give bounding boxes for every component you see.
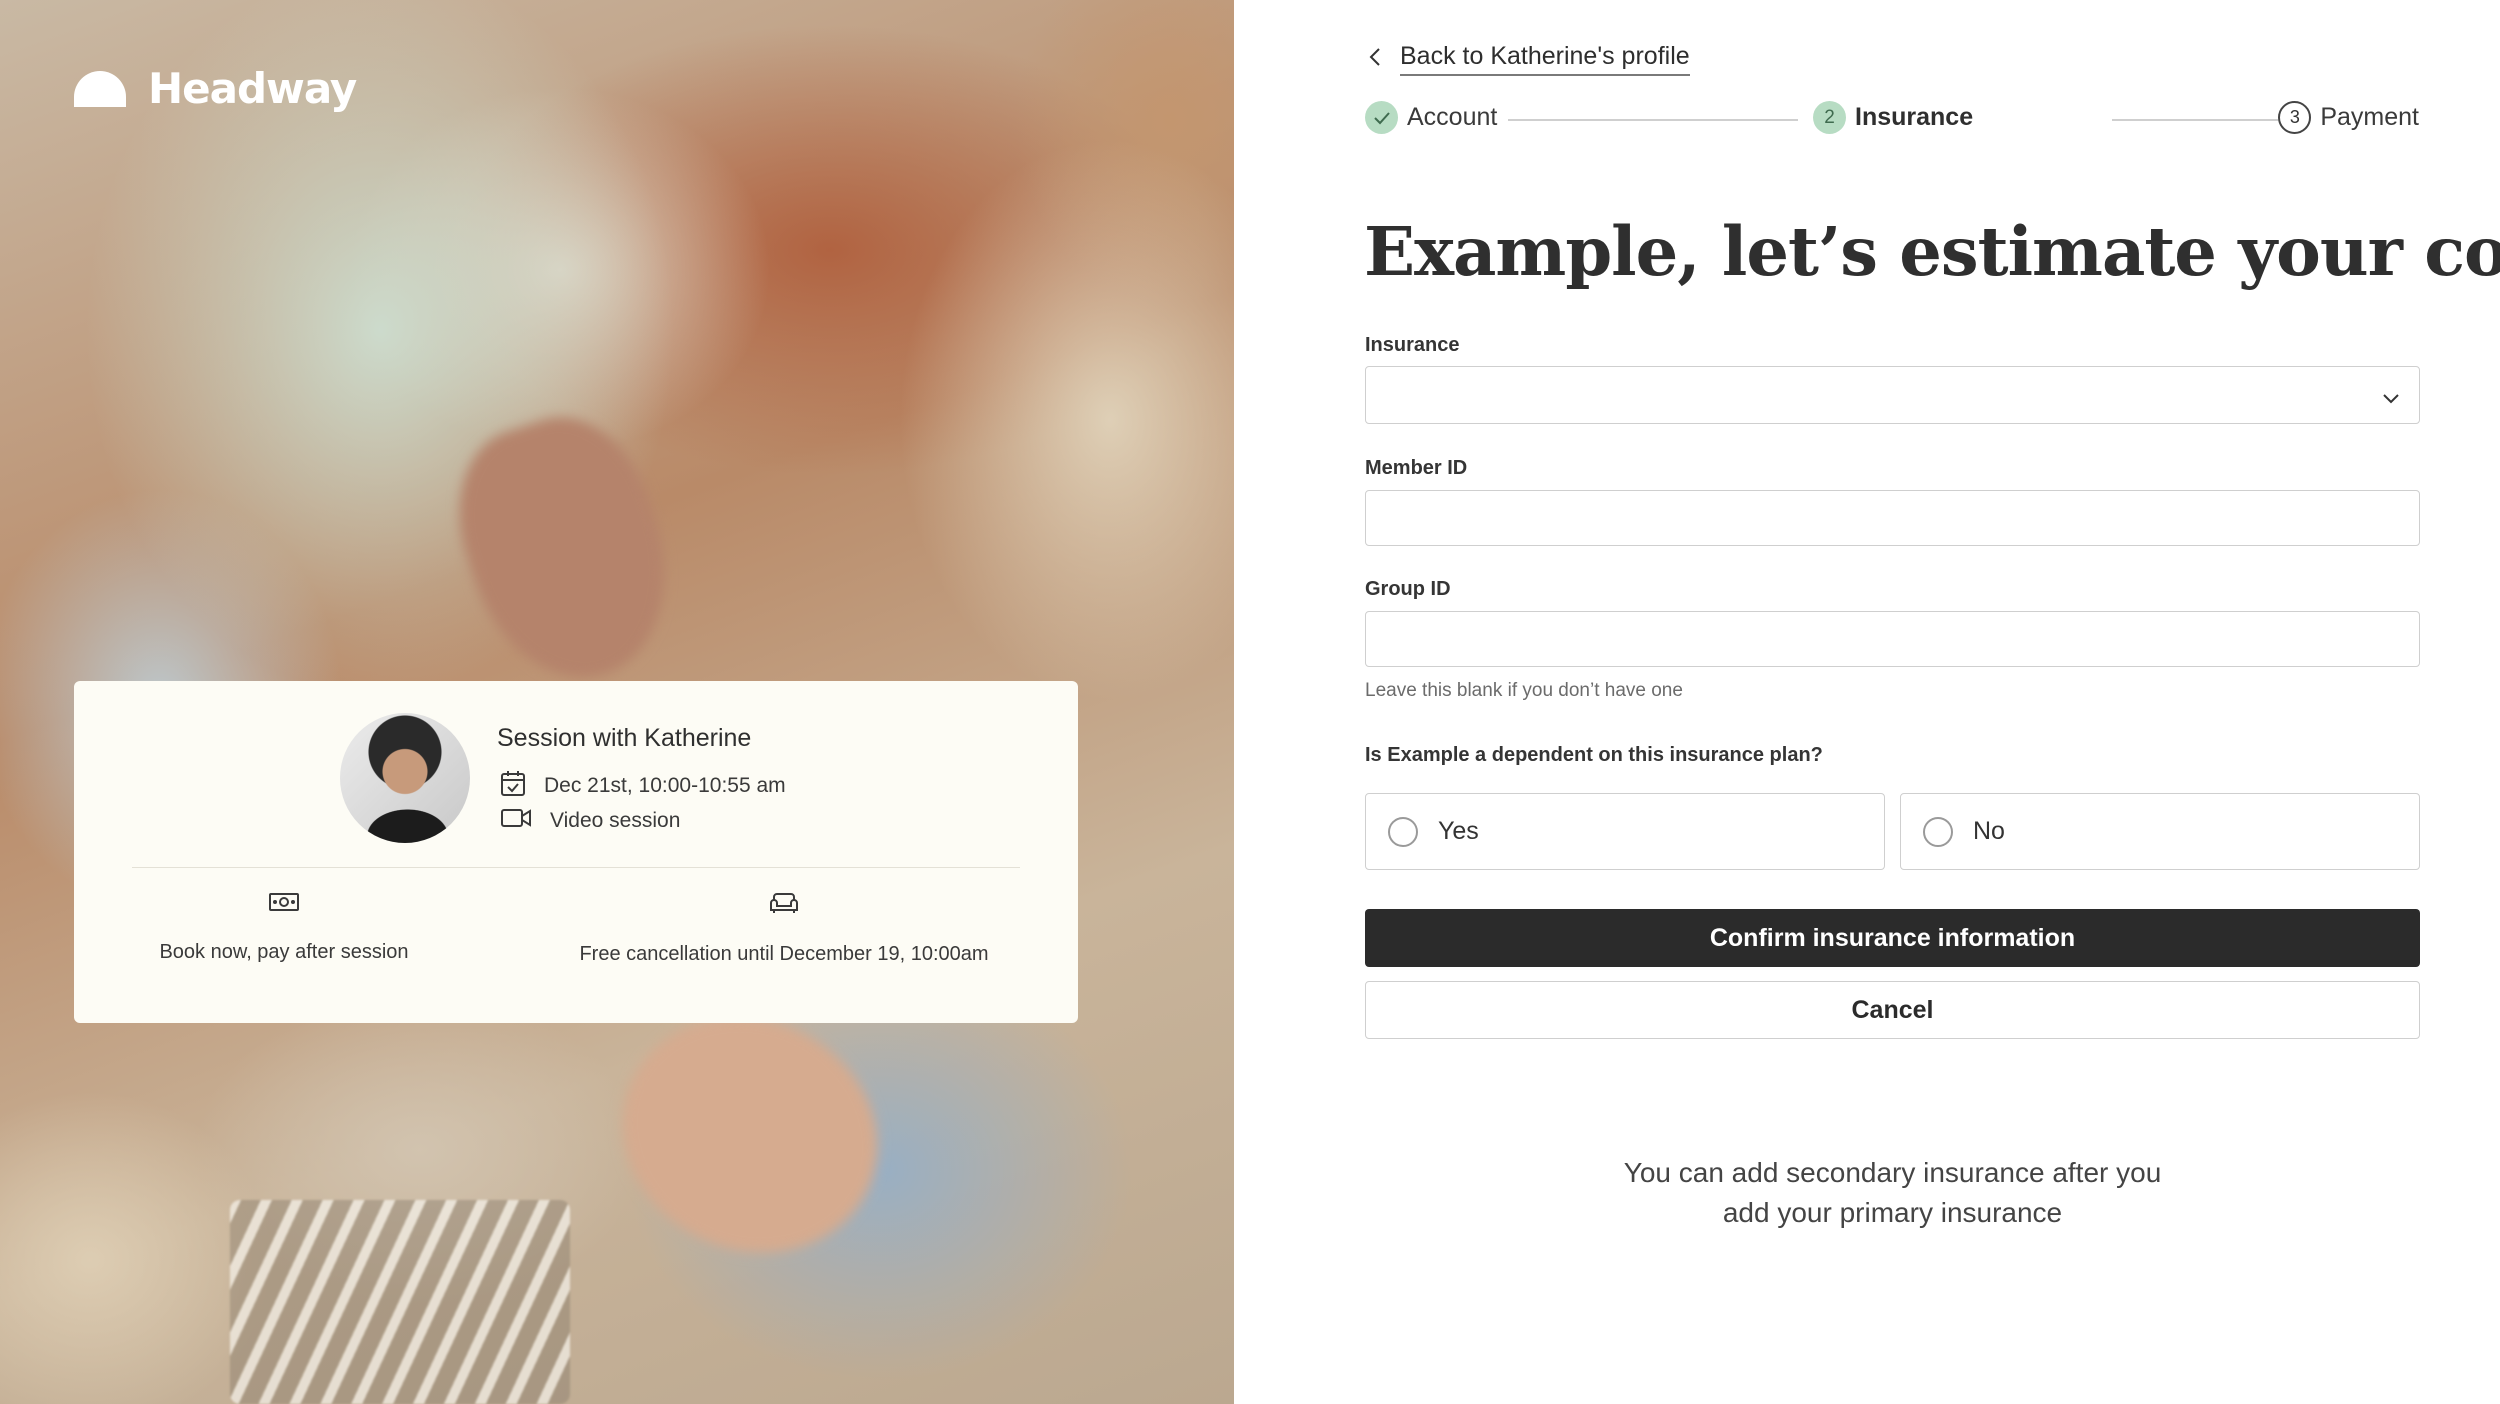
step-insurance: 2 Insurance xyxy=(1813,101,1974,134)
perk-pay-label: Book now, pay after session xyxy=(159,941,409,963)
dependent-question: Is Example a dependent on this insurance… xyxy=(1365,744,1823,766)
perk-free-cancellation: Free cancellation until December 19, 10:… xyxy=(574,891,994,966)
hero-photo: Headway Session with Katherine Dec 21st,… xyxy=(0,0,1234,1404)
radio-no-label: No xyxy=(1973,817,2005,845)
stepper-connector xyxy=(1508,119,1798,121)
page-title: Example, let’s estimate your cost xyxy=(1364,212,2500,291)
session-title: Session with Katherine xyxy=(497,724,752,752)
perk-pay-after: Book now, pay after session xyxy=(74,891,494,964)
group-id-label: Group ID xyxy=(1365,578,1451,600)
step-account-label: Account xyxy=(1407,103,1498,131)
step-payment: 3 Payment xyxy=(2278,101,2419,134)
logo-text: Headway xyxy=(148,64,357,113)
insurance-form-panel: Back to Katherine's profile Account 2 In… xyxy=(1234,0,2500,1404)
headway-logo-icon xyxy=(72,69,128,109)
photo-hand xyxy=(583,975,917,1295)
headway-logo[interactable]: Headway xyxy=(72,64,357,113)
session-type-row: Video session xyxy=(500,807,680,835)
session-date-row: Dec 21st, 10:00-10:55 am xyxy=(500,769,786,803)
money-icon xyxy=(74,891,494,919)
photo-arm xyxy=(434,397,696,703)
progress-stepper: Account 2 Insurance 3 Payment xyxy=(1365,101,2419,137)
check-icon xyxy=(1365,101,1398,134)
member-id-label: Member ID xyxy=(1365,457,1468,479)
therapist-avatar xyxy=(340,713,470,843)
note-line-1: You can add secondary insurance after yo… xyxy=(1623,1157,2162,1188)
session-card: Session with Katherine Dec 21st, 10:00-1… xyxy=(74,681,1078,1023)
secondary-insurance-note: You can add secondary insurance after yo… xyxy=(1365,1153,2420,1233)
card-divider xyxy=(132,867,1020,868)
radio-yes[interactable] xyxy=(1388,816,1418,847)
insurance-select[interactable] xyxy=(1365,366,2420,424)
back-link-label: Back to Katherine's profile xyxy=(1400,42,1690,76)
back-to-profile-link[interactable]: Back to Katherine's profile xyxy=(1368,42,1690,76)
video-camera-icon xyxy=(500,807,532,835)
step-insurance-label: Insurance xyxy=(1855,103,1974,131)
radio-no[interactable] xyxy=(1923,816,1953,847)
session-type: Video session xyxy=(550,809,681,832)
calendar-icon xyxy=(500,769,526,803)
photo-rug xyxy=(230,1200,570,1404)
session-date: Dec 21st, 10:00-10:55 am xyxy=(544,774,786,797)
member-id-input[interactable] xyxy=(1365,490,2420,546)
chevron-left-icon xyxy=(1368,46,1382,73)
confirm-insurance-button[interactable]: Confirm insurance information xyxy=(1365,909,2420,967)
note-line-2: add your primary insurance xyxy=(1722,1197,2063,1228)
perk-cancel-label: Free cancellation until December 19, 10:… xyxy=(579,943,989,965)
dependent-no-option[interactable]: No xyxy=(1900,793,2420,870)
step-payment-label: Payment xyxy=(2320,103,2419,131)
cancel-button[interactable]: Cancel xyxy=(1365,981,2420,1039)
group-id-input[interactable] xyxy=(1365,611,2420,667)
chevron-down-icon xyxy=(2381,385,2401,411)
radio-yes-label: Yes xyxy=(1438,817,1479,845)
group-id-helper: Leave this blank if you don’t have one xyxy=(1365,680,1683,701)
dependent-yes-option[interactable]: Yes xyxy=(1365,793,1885,870)
step-account: Account xyxy=(1365,101,1498,134)
step-insurance-number: 2 xyxy=(1813,101,1846,134)
couch-icon xyxy=(574,891,994,921)
step-payment-number: 3 xyxy=(2278,101,2312,134)
insurance-label: Insurance xyxy=(1365,334,1460,356)
